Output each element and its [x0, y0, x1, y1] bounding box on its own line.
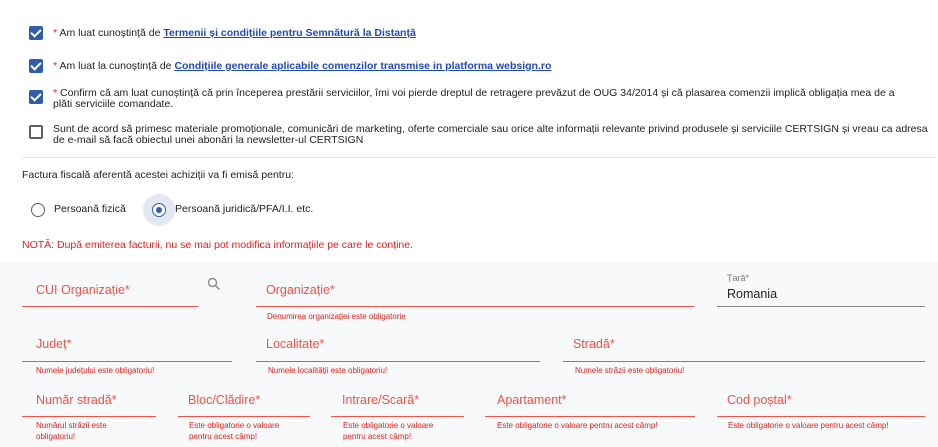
localitate-label: Localitate*	[266, 337, 325, 351]
terms-checkbox[interactable]	[29, 26, 43, 40]
strada-label: Stradă*	[573, 337, 615, 351]
apartament-label: Apartament*	[497, 393, 567, 407]
intrare-label: Intrare/Scară*	[342, 393, 420, 407]
radio-persoana-fizica[interactable]	[31, 203, 45, 217]
invoice-note: NOTĂ: După emiterea facturii, nu se mai …	[22, 239, 414, 251]
numar-error: Numărul străzii este obligatoriu!	[36, 421, 107, 441]
newsletter-label: Sunt de acord să primesc materiale promo…	[53, 123, 928, 146]
general-conditions-label: * Am luat la cunoștință de Condițiile ge…	[53, 60, 552, 72]
organizatie-label: Organizație*	[266, 283, 335, 297]
localitate-error: Numele localității este obligatoriu!	[268, 366, 388, 375]
intrare-input[interactable]	[331, 416, 464, 417]
tara-value[interactable]: Romania	[727, 287, 777, 301]
cod-postal-error: Este obligatorie o valoare pentru acest …	[728, 421, 889, 430]
terms-link[interactable]: Termenii și condițiile pentru Semnătură …	[163, 27, 415, 39]
general-conditions-checkbox[interactable]	[29, 59, 43, 73]
bloc-input[interactable]	[178, 416, 310, 417]
judet-input[interactable]	[22, 361, 232, 362]
cod-postal-label: Cod poștal*	[727, 393, 792, 407]
terms-label: * Am luat cunoștință de Termenii și cond…	[53, 27, 416, 39]
strada-error: Numele străzii este obligatoriu!	[575, 366, 685, 375]
tara-select[interactable]	[717, 306, 925, 307]
withdrawal-label: * Confirm că am luat cunoștință că prin …	[53, 87, 895, 110]
cod-postal-input[interactable]	[717, 416, 925, 417]
judet-label: Județ*	[36, 337, 72, 351]
apartament-input[interactable]	[485, 416, 695, 417]
bloc-label: Bloc/Clădire*	[188, 393, 261, 407]
strada-input[interactable]	[563, 361, 925, 362]
numar-input[interactable]	[22, 416, 156, 417]
search-icon[interactable]	[207, 277, 221, 291]
tara-label: Țară*	[727, 273, 750, 283]
cui-input[interactable]	[22, 306, 198, 307]
organizatie-input[interactable]	[256, 306, 694, 307]
bloc-error: Este obligatorie o valoare pentru acest …	[189, 421, 280, 441]
apartament-error: Este obligatorie o valoare pentru acest …	[497, 421, 658, 430]
radio-persoana-fizica-label: Persoană fizică	[54, 203, 126, 215]
judet-error: Numele județului este obligatoriu!	[36, 366, 155, 375]
cui-label: CUI Organizație*	[36, 283, 130, 297]
localitate-input[interactable]	[256, 361, 540, 362]
general-conditions-link[interactable]: Condițiile generale aplicabile comenzilo…	[174, 60, 551, 72]
invoice-question: Factura fiscală aferentă acestei achiziț…	[22, 169, 294, 181]
radio-persoana-juridica[interactable]	[152, 203, 166, 217]
radio-persoana-juridica-label: Persoană juridică/PFA/I.I. etc.	[175, 203, 314, 215]
withdrawal-checkbox[interactable]	[29, 90, 43, 104]
organizatie-error: Denumirea organizației este obligatorie	[267, 312, 406, 321]
intrare-error: Este obligatorie o valoare pentru acest …	[343, 421, 434, 441]
numar-label: Număr stradă*	[36, 393, 117, 407]
newsletter-checkbox[interactable]	[29, 125, 43, 139]
divider	[22, 157, 936, 158]
